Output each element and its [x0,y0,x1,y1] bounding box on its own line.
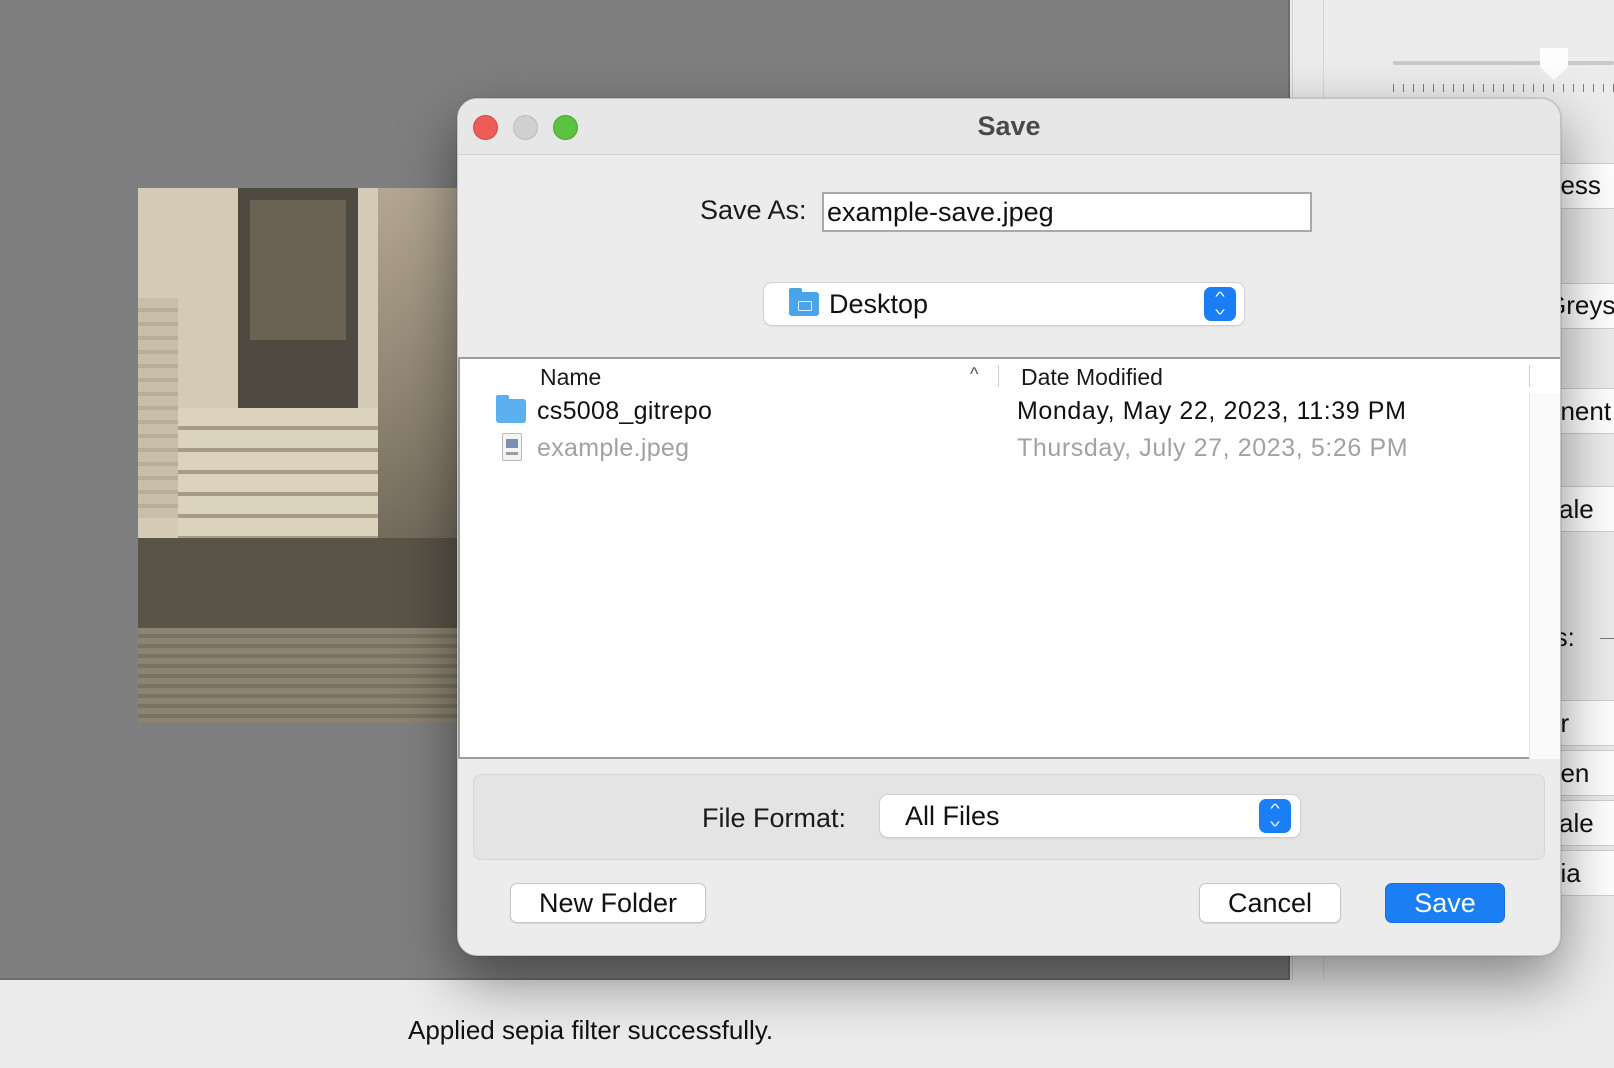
file-format-dropdown[interactable]: All Files ^ ^ [880,795,1300,837]
file-list-header: Name ^ Date Modified [460,359,1560,393]
slider-ticks [1393,78,1614,92]
location-selected-value: Desktop [829,289,929,319]
save-as-input[interactable] [822,192,1312,232]
dialog-title: Save [977,111,1041,141]
column-divider[interactable] [998,365,999,387]
status-message: Applied sepia filter successfully. [408,1015,774,1045]
save-as-label: Save As: [700,195,807,225]
jpeg-file-icon [502,433,522,461]
cancel-button[interactable]: Cancel [1199,883,1341,923]
dialog-title-bar[interactable]: Save [458,99,1560,155]
column-header-name[interactable]: Name [540,364,601,391]
scrollbar-gutter[interactable] [1529,393,1560,759]
folder-icon [496,395,526,423]
adjustment-slider-track[interactable] [1393,61,1614,65]
save-dialog: Save Save As: Desktop ^^ Name ^ Date Mod… [457,98,1561,956]
photo-porch [138,538,478,628]
dropdown-chevron-icon[interactable]: ^ ^ [1259,799,1291,833]
status-bar [0,982,1614,1068]
photo-siding [178,408,378,548]
save-button[interactable]: Save [1385,883,1505,923]
file-date-modified: Thursday, July 27, 2023, 5:26 PM [1017,434,1409,462]
location-dropdown[interactable]: Desktop ^ ^ [764,283,1244,325]
file-format-selected-value: All Files [905,801,1000,831]
file-format-label: File Format: [702,803,847,833]
panel-separator [1600,638,1614,639]
file-name: cs5008_gitrepo [537,397,713,425]
file-browser-list[interactable]: Name ^ Date Modified cs5008_gitrepo Mond… [458,357,1560,759]
folder-icon [789,288,819,316]
file-format-panel: File Format: All Files ^ ^ [473,774,1545,860]
file-row-example-jpeg: example.jpeg Thursday, July 27, 2023, 5:… [460,430,1529,468]
file-row-cs5008-gitrepo[interactable]: cs5008_gitrepo Monday, May 22, 2023, 11:… [460,393,1529,431]
column-header-date-modified[interactable]: Date Modified [1021,364,1163,391]
photo-shutter [138,298,178,518]
file-name: example.jpeg [537,434,690,462]
sort-ascending-icon[interactable]: ^ [970,364,978,385]
photo-door-glass [250,200,346,340]
photo-ground [138,628,478,723]
file-date-modified: Monday, May 22, 2023, 11:39 PM [1017,397,1407,425]
dropdown-chevron-icon[interactable]: ^ ^ [1204,287,1236,321]
new-folder-button[interactable]: New Folder [510,883,706,923]
sepia-dog-photo [138,188,478,723]
column-divider[interactable] [1529,365,1530,387]
